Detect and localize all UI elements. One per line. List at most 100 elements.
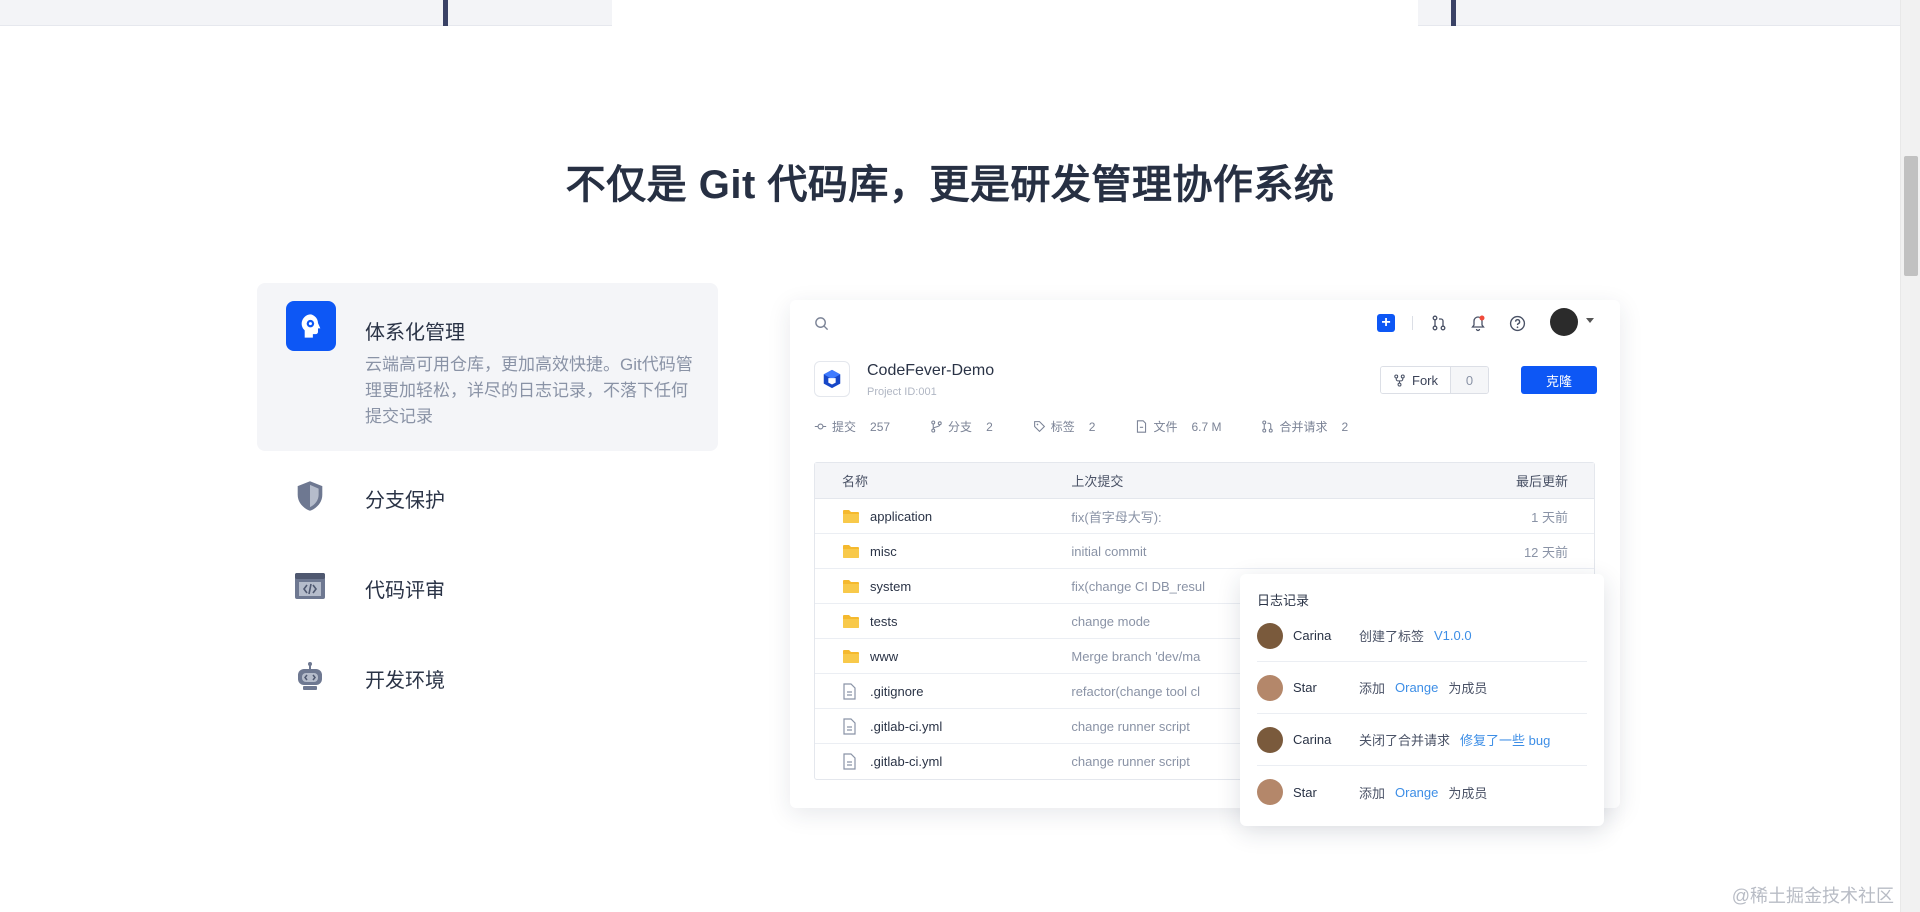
log-link[interactable]: Orange xyxy=(1395,680,1438,695)
table-row[interactable]: misc initial commit 12 天前 xyxy=(815,534,1594,569)
file-name-cell[interactable]: misc xyxy=(815,544,1071,559)
file-icon xyxy=(842,717,860,735)
file-name[interactable]: .gitlab-ci.yml xyxy=(870,754,942,769)
log-user[interactable]: Star xyxy=(1293,680,1359,695)
avatar[interactable] xyxy=(1257,674,1283,701)
feature-title[interactable]: 代码评审 xyxy=(365,574,445,603)
chevron-down-icon[interactable] xyxy=(1586,318,1594,323)
stat-merge-requests[interactable]: 合并请求 2 xyxy=(1261,418,1348,435)
clone-button[interactable]: 克隆 xyxy=(1521,366,1597,394)
file-name-cell[interactable]: tests xyxy=(815,614,1071,629)
file-name[interactable]: www xyxy=(870,649,898,664)
file-name[interactable]: system xyxy=(870,579,911,594)
section-headline: 不仅是 Git 代码库，更是研发管理协作系统 xyxy=(565,163,1335,207)
file-name-cell[interactable]: www xyxy=(815,649,1071,664)
log-link[interactable]: V1.0.0 xyxy=(1434,628,1472,643)
file-name-cell[interactable]: system xyxy=(815,579,1071,594)
project-id: Project ID:001 xyxy=(867,386,937,398)
file-name-cell[interactable]: .gitignore xyxy=(815,682,1071,700)
file-name-cell[interactable]: .gitlab-ci.yml xyxy=(815,717,1071,735)
updated-time: 12 天前 xyxy=(1523,544,1569,560)
log-title: 日志记录 xyxy=(1257,593,1310,608)
log-user[interactable]: Carina xyxy=(1293,628,1359,643)
file-icon xyxy=(842,753,860,770)
avatar[interactable] xyxy=(1257,726,1283,753)
fork-count: 0 xyxy=(1450,367,1488,393)
header-name: 名称 xyxy=(842,474,869,489)
watermark: @稀土掘金技术社区 xyxy=(1731,886,1894,906)
stat-value: 2 xyxy=(1088,419,1096,434)
stat-files[interactable]: 文件 6.7 M xyxy=(1135,418,1221,435)
divider xyxy=(1451,0,1456,26)
stat-label: 分支 xyxy=(948,420,973,434)
file-name[interactable]: .gitlab-ci.yml xyxy=(870,719,942,734)
user-avatar[interactable] xyxy=(1550,308,1578,336)
card-edge xyxy=(612,0,1418,26)
log-user[interactable]: Star xyxy=(1293,785,1359,800)
log-tail: 为成员 xyxy=(1448,785,1488,801)
fork-label: Fork xyxy=(1412,372,1438,388)
log-user[interactable]: Carina xyxy=(1293,732,1359,747)
file-name-cell[interactable]: .gitlab-ci.yml xyxy=(815,753,1071,770)
avatar[interactable] xyxy=(1257,779,1283,805)
brain-gear-icon xyxy=(286,301,336,351)
file-name[interactable]: .gitignore xyxy=(870,684,923,699)
stat-value: 2 xyxy=(986,419,993,434)
table-row[interactable]: application fix(首字母大写): 1 天前 xyxy=(815,499,1594,534)
table-header: 名称 上次提交 最后更新 xyxy=(815,463,1594,499)
folder-icon xyxy=(842,614,860,629)
log-item: Star 添加 Orange 为成员 xyxy=(1257,662,1587,714)
last-commit[interactable]: initial commit xyxy=(1071,544,1470,559)
stat-value: 2 xyxy=(1341,419,1349,434)
stat-value: 6.7 M xyxy=(1191,419,1222,434)
scrollbar-thumb[interactable] xyxy=(1904,156,1918,276)
file-name-cell[interactable]: application xyxy=(815,509,1071,524)
feature-title: 体系化管理 xyxy=(365,322,465,344)
folder-icon xyxy=(842,509,860,524)
tag-icon xyxy=(1033,420,1046,433)
page-scrollbar[interactable] xyxy=(1900,0,1920,912)
log-link[interactable]: 修复了一些 bug xyxy=(1460,730,1550,749)
robot-environment-icon xyxy=(292,658,328,694)
help-icon[interactable] xyxy=(1506,312,1528,334)
header-updated: 最后更新 xyxy=(1516,474,1569,489)
stat-label: 文件 xyxy=(1153,420,1178,434)
file-name[interactable]: misc xyxy=(870,544,897,559)
feature-title[interactable]: 开发环境 xyxy=(365,664,445,693)
bell-icon[interactable] xyxy=(1467,312,1489,334)
last-commit[interactable]: fix(首字母大写): xyxy=(1071,507,1470,526)
toolbar-divider xyxy=(1412,316,1413,330)
stat-commits[interactable]: 提交 257 xyxy=(814,418,890,435)
repo-name[interactable]: CodeFever-Demo xyxy=(867,362,994,380)
file-name[interactable]: application xyxy=(870,509,932,524)
fork-button[interactable]: Fork xyxy=(1381,367,1450,393)
merge-request-icon[interactable] xyxy=(1428,312,1450,334)
stat-branches[interactable]: 分支 2 xyxy=(930,418,993,435)
log-action: 创建了标签 xyxy=(1359,629,1425,644)
feature-title[interactable]: 分支保护 xyxy=(365,484,445,513)
stat-tags[interactable]: 标签 2 xyxy=(1033,418,1096,435)
repo-stats: 提交 257 分支 2 标签 2 文件 6.7 M 合并请求 2 xyxy=(814,418,1388,435)
feature-description: 云端高可用仓库，更加高效快捷。Git代码管理更加轻松，详尽的日志记录，不落下任何… xyxy=(365,355,693,426)
activity-log-popup: 日志记录 Carina 创建了标签 V1.0.0 Star 添加 Orange 为成员 Car… xyxy=(1240,574,1604,826)
fork-icon xyxy=(1394,373,1405,387)
log-tail: 为成员 xyxy=(1448,681,1488,696)
folder-icon xyxy=(842,649,860,664)
top-strip xyxy=(0,0,1900,26)
file-name[interactable]: tests xyxy=(870,614,897,629)
stat-label: 合并请求 xyxy=(1279,420,1328,434)
log-item: Carina 创建了标签 V1.0.0 xyxy=(1257,610,1587,662)
updated-time: 1 天前 xyxy=(1531,509,1569,525)
fork-group[interactable]: Fork 0 xyxy=(1380,366,1489,394)
search-icon[interactable] xyxy=(814,316,829,336)
log-link[interactable]: Orange xyxy=(1395,785,1438,800)
log-item: Star 添加 Orange 为成员 xyxy=(1257,766,1587,818)
shield-icon xyxy=(292,478,328,514)
stat-label: 提交 xyxy=(832,420,857,434)
divider xyxy=(443,0,448,26)
folder-icon xyxy=(842,579,860,594)
repo-logo-icon xyxy=(814,361,850,397)
branch-icon xyxy=(930,420,943,433)
plus-icon[interactable]: + xyxy=(1377,314,1395,332)
avatar[interactable] xyxy=(1257,622,1283,649)
